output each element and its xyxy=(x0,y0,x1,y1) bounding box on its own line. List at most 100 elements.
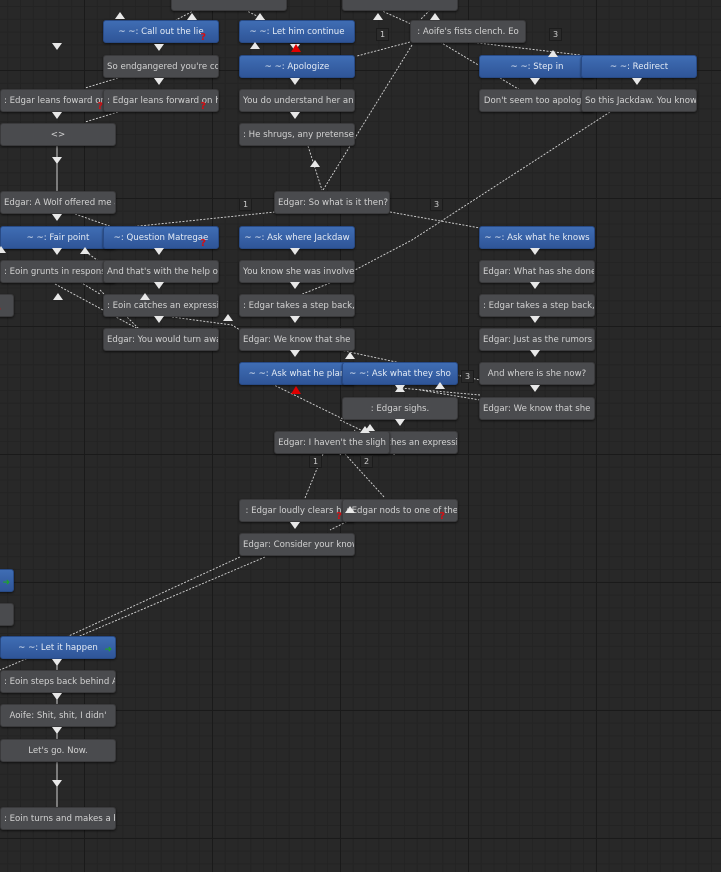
edge-arrowhead-icon xyxy=(52,43,62,50)
edge-arrowhead-icon xyxy=(632,78,642,85)
edge xyxy=(271,383,346,421)
node-label: And where is she now? xyxy=(487,369,587,379)
dialogue-node[interactable]: : Eoin grunts in response. xyxy=(0,260,116,283)
dialogue-node[interactable]: Edgar: You would turn away xyxy=(103,328,219,351)
edge-arrowhead-icon xyxy=(52,112,62,119)
node-label: n xyxy=(0,604,13,625)
dialogue-node[interactable]: : Eoin steps back behind A xyxy=(0,670,116,693)
dialogue-node[interactable]: Aoife: Shit, shit, I didn' xyxy=(0,704,116,727)
edge xyxy=(469,41,581,56)
edge-arrowhead-icon xyxy=(154,282,164,289)
edge-arrowhead-icon xyxy=(52,727,62,734)
edge-arrowhead-icon xyxy=(290,282,300,289)
choice-node[interactable]: ~ ~: Let him continue xyxy=(239,20,355,43)
node-label: ~ ~: Ask what he knows xyxy=(484,233,590,243)
dialogue-node[interactable]: Edgar: We know that she ha xyxy=(479,397,595,420)
warning-arrow-icon xyxy=(291,386,301,394)
dialogue-node[interactable]: : Edgar sighs. xyxy=(342,397,458,420)
dialogue-node[interactable]: : Edgar takes a step back, xyxy=(239,294,355,317)
choice-node[interactable]: ➜ xyxy=(0,569,14,592)
dialogue-node[interactable]: Edgar: We know that she ha xyxy=(239,328,355,351)
exit-arrow-icon: ➜ xyxy=(2,578,10,588)
node-label: Edgar: What has she done? xyxy=(483,267,594,277)
dialogue-node[interactable]: Edgar: A Wolf offered me a xyxy=(0,191,116,214)
dialogue-node[interactable]: : Edgar loudly clears his? xyxy=(239,499,355,522)
node-label: : Eoin turns and makes a b xyxy=(4,814,115,824)
choice-node[interactable]: ~ ~: Ask what he plan xyxy=(239,362,355,385)
dialogue-node[interactable]: : Edgar nods to one of the? xyxy=(342,499,458,522)
choice-node[interactable]: ~ ~: Step in xyxy=(479,55,595,78)
choice-node[interactable]: ~ ~: Apologize xyxy=(239,55,355,78)
dialogue-node[interactable]: You do understand her ange xyxy=(239,89,355,112)
edge-arrowhead-icon xyxy=(250,42,260,49)
node-label: : Eoin grunts in response. xyxy=(4,267,114,277)
dialogue-node[interactable]: Don't seem too apologet xyxy=(479,89,595,112)
node-label: ..., xyxy=(0,295,13,316)
dialogue-graph-canvas[interactable]: ~ ~: Call out the lie? ~ ~: Let him conti… xyxy=(0,0,721,872)
edge-arrowhead-icon xyxy=(290,522,300,529)
edge xyxy=(399,387,481,396)
choice-node[interactable]: ~ ~: Let it happen ➜ xyxy=(0,636,116,659)
choice-node[interactable]: ~: Question Matregae? xyxy=(103,226,219,249)
edge-arrowhead-icon xyxy=(430,13,440,20)
dialogue-node[interactable]: So endgangered you're cons xyxy=(103,55,219,78)
edge-arrowhead-icon xyxy=(395,419,405,426)
dialogue-node[interactable]: Edgar: What has she done? xyxy=(479,260,595,283)
choice-node[interactable]: ~ ~: Fair point➜ xyxy=(0,226,116,249)
dialogue-node[interactable]: You know she was involved. xyxy=(239,260,355,283)
dialogue-node[interactable]: And where is she now? xyxy=(479,362,595,385)
node-label: ~ ~: Redirect xyxy=(609,62,669,72)
choice-node[interactable]: ~ ~: Call out the lie? xyxy=(103,20,219,43)
dialogue-node[interactable]: Edgar: So what is it then? xyxy=(274,191,390,214)
edge-arrowhead-icon xyxy=(154,248,164,255)
edge-arrowhead-icon xyxy=(52,780,62,787)
dialogue-node[interactable]: : Aoife's fists clench. Eo xyxy=(410,20,526,43)
edge-arrowhead-icon xyxy=(373,13,383,20)
edge-arrowhead-icon xyxy=(345,352,355,359)
edge-arrowhead-icon xyxy=(530,316,540,323)
dialogue-node[interactable] xyxy=(342,0,458,11)
dialogue-node[interactable]: Edgar: Consider your knowl xyxy=(239,533,355,556)
edge-priority-badge: 1 xyxy=(309,455,322,468)
dialogue-node[interactable]: : Eoin catches an expressi xyxy=(103,294,219,317)
edge-priority-badge: 2 xyxy=(360,455,373,468)
node-label: Edgar: So what is it then? xyxy=(278,198,389,208)
dialogue-node[interactable]: : Edgar leans forward on h? xyxy=(103,89,219,112)
condition-marker-icon: ? xyxy=(439,511,445,522)
edge-arrowhead-icon xyxy=(52,248,62,255)
dialogue-node[interactable]: And that's with the help o xyxy=(103,260,219,283)
edge-arrowhead-icon xyxy=(290,78,300,85)
choice-node[interactable]: ~ ~: Redirect xyxy=(581,55,697,78)
dialogue-node[interactable]: : Eoin turns and makes a b xyxy=(0,807,116,830)
edge-arrowhead-icon xyxy=(223,314,233,321)
dialogue-node[interactable] xyxy=(171,0,287,11)
choice-node[interactable]: ~ ~: Ask what he knows xyxy=(479,226,595,249)
node-label: Edgar: We know that she ha xyxy=(243,335,354,345)
dialogue-node[interactable]: Edgar: I haven't the sligh xyxy=(274,431,390,454)
choice-node[interactable]: ~ ~: Ask where Jackdaw xyxy=(239,226,355,249)
dialogue-node[interactable]: : Edgar takes a step back, xyxy=(479,294,595,317)
node-label: Aoife: Shit, shit, I didn' xyxy=(9,711,107,721)
dialogue-node[interactable]: Edgar: Just as the rumors xyxy=(479,328,595,351)
dialogue-node[interactable]: Let's go. Now. xyxy=(0,739,116,762)
dialogue-node[interactable]: <> xyxy=(0,123,116,146)
edge xyxy=(79,281,101,295)
edge-arrowhead-icon xyxy=(530,282,540,289)
node-label: : Eoin catches an expressi xyxy=(107,301,218,311)
edge-arrowhead-icon xyxy=(52,214,62,221)
node-label: ~ ~: Step in xyxy=(510,62,564,72)
edge-arrowhead-icon xyxy=(154,78,164,85)
dialogue-node[interactable]: : Edgar leans foward on t? xyxy=(0,89,116,112)
edge-arrowhead-icon xyxy=(395,385,405,392)
node-label: ~ ~: Let it happen xyxy=(18,643,98,653)
dialogue-node[interactable]: : He shrugs, any pretense xyxy=(239,123,355,146)
dialogue-node[interactable]: So this Jackdaw. You know xyxy=(581,89,697,112)
edge-arrowhead-icon xyxy=(290,248,300,255)
dialogue-node[interactable]: ...,? xyxy=(0,294,14,317)
edge-arrowhead-icon xyxy=(0,246,6,253)
dialogue-node[interactable]: n xyxy=(0,603,14,626)
condition-marker-icon: ? xyxy=(0,307,1,317)
edge-priority-badge: 1 xyxy=(376,28,389,41)
edge-arrowhead-icon xyxy=(530,248,540,255)
edge-arrowhead-icon xyxy=(548,50,558,57)
